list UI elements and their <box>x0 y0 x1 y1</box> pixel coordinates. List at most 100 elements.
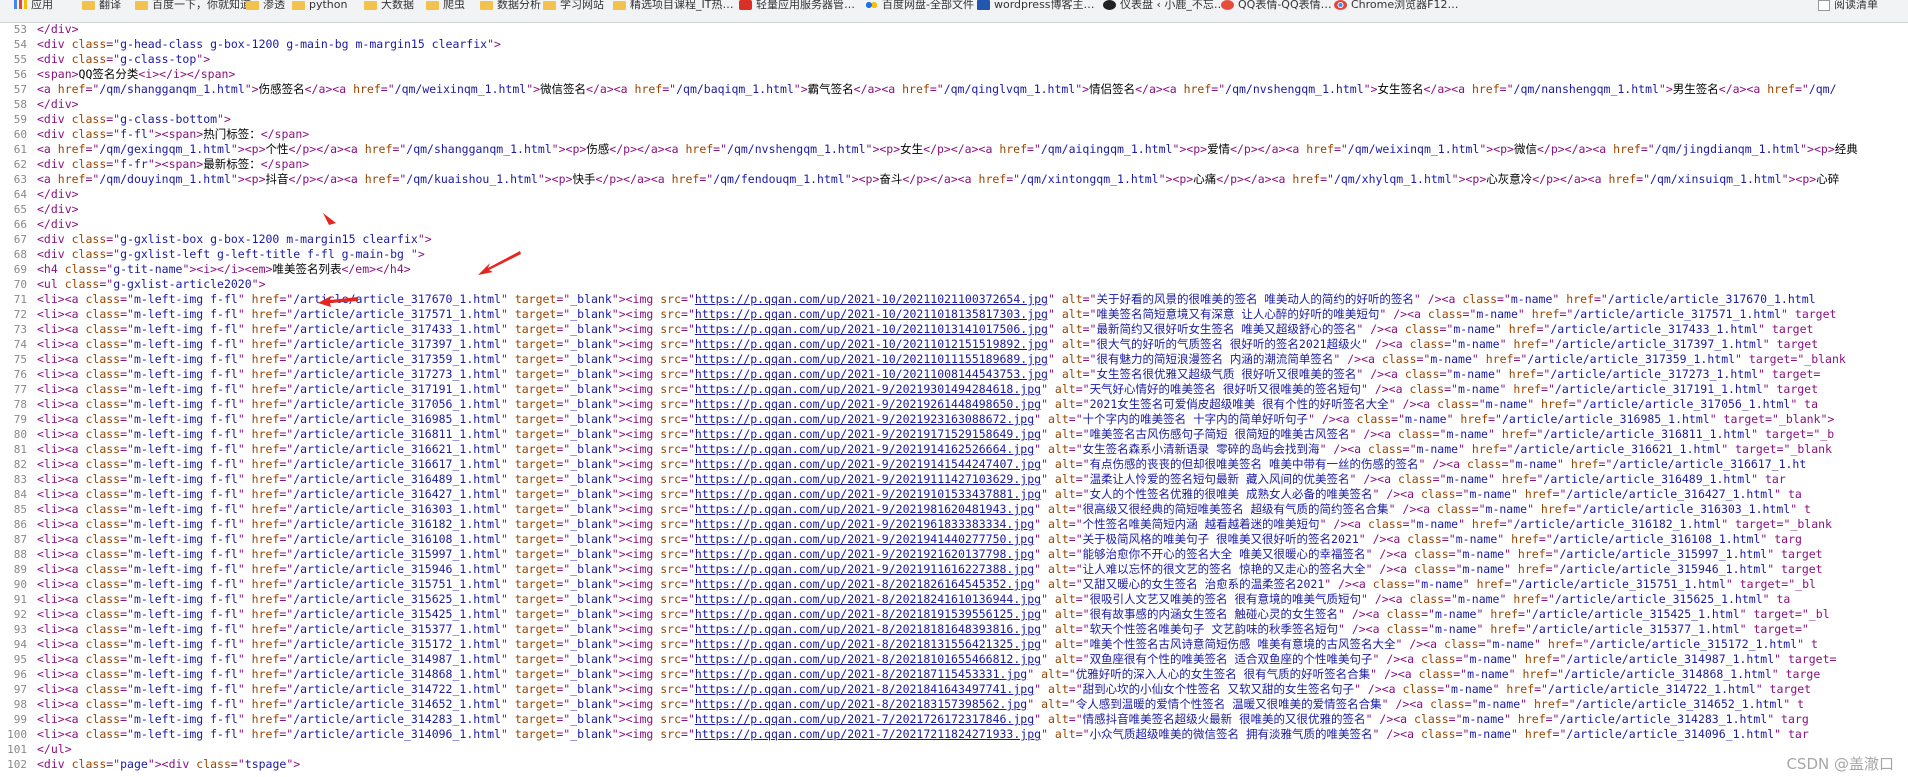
bookmark-item[interactable]: 渗透 <box>246 0 285 10</box>
image-url-link[interactable]: https://p.qqan.com/up/2021-9/20219301494… <box>695 382 1041 396</box>
image-url-link[interactable]: https://p.qqan.com/up/2021-9/20219111427… <box>695 472 1041 486</box>
code-token: " <box>237 517 252 531</box>
code-token: QQ签名分类 <box>78 67 139 81</box>
code-token: =" <box>681 442 695 456</box>
code-token: <div <box>37 112 72 126</box>
code-token: /article/article_317359_1.html <box>293 352 501 366</box>
code-token: "><img <box>611 412 661 426</box>
code-token: </p></a><a <box>1230 142 1307 156</box>
code-token: " /><a <box>1349 472 1398 486</box>
code-token: /article/article_314096_1.html <box>293 727 501 741</box>
bookmark-item[interactable]: python <box>292 0 347 10</box>
bookmark-item[interactable]: 精选项目课程_IT热… <box>613 0 733 10</box>
image-url-link[interactable]: https://p.qqan.com/up/2021-10/2021101115… <box>695 352 1048 366</box>
bookmark-item[interactable]: 仪表盘 ‹ 小鹿_不忘… <box>1103 0 1225 10</box>
image-url-link[interactable]: https://p.qqan.com/up/2021-9/20219216201… <box>695 547 1034 561</box>
code-token: =" <box>556 712 571 726</box>
code-token: " /><a <box>1372 727 1421 741</box>
code-token: =" <box>713 142 728 156</box>
code-token: href <box>251 667 280 681</box>
image-url-link[interactable]: https://p.qqan.com/up/2021-9/20219618333… <box>695 517 1034 531</box>
code-token: <h4 <box>37 262 65 276</box>
code-token: <div <box>37 52 72 66</box>
code-token: /qm/kuaishou_1.html <box>406 172 538 186</box>
bookmark-item[interactable]: 学习网站 <box>543 0 604 10</box>
bookmark-item[interactable]: 百度网盘-全部文件 <box>865 0 974 10</box>
image-url-link[interactable]: https://p.qqan.com/up/2021-9/20219101533… <box>695 487 1041 501</box>
bookmark-item[interactable]: 轻量应用服务器管… <box>739 0 855 10</box>
code-token: _blank <box>570 697 612 711</box>
bookmark-item[interactable]: 大数据 <box>364 0 414 10</box>
code-token: =" <box>279 697 294 711</box>
code-token: /article/article_314652_1.html <box>293 697 501 711</box>
image-url-link[interactable]: https://p.qqan.com/up/2021-8/20218241610… <box>695 592 1041 606</box>
line-number: 91 <box>13 593 27 606</box>
code-token: " target="_blank <box>1721 517 1832 531</box>
bookmark-item[interactable]: QQ表情-QQ表情… <box>1221 0 1332 10</box>
code-token: alt <box>1054 487 1076 501</box>
image-url-link[interactable]: https://p.qqan.com/up/2021-9/20219116162… <box>695 562 1034 576</box>
code-token: _blank <box>570 517 612 531</box>
image-url-link[interactable]: https://p.qqan.com/up/2021-8/20218191539… <box>695 607 1041 621</box>
image-url-link[interactable]: https://p.qqan.com/up/2021-8/20218101655… <box>695 652 1041 666</box>
bookmark-item[interactable]: 阅读清单 <box>1818 0 1878 11</box>
image-url-link[interactable]: https://p.qqan.com/up/2021-10/2021101215… <box>695 337 1048 351</box>
code-token: " <box>500 592 515 606</box>
code-token: " <box>237 442 252 456</box>
code-line: 94 <li><a class="m-left-img f-fl" href="/… <box>0 637 1908 652</box>
code-token: " <box>1487 427 1502 441</box>
folder-icon <box>246 1 259 10</box>
code-token: " <box>1533 637 1548 651</box>
code-token: 情侣签名 <box>1089 82 1136 96</box>
bookmark-label: python <box>309 0 348 11</box>
code-token: =" <box>392 172 407 186</box>
image-url-link[interactable]: https://p.qqan.com/up/2021-8/20218181648… <box>695 622 1041 636</box>
code-token: " /><a <box>1388 502 1438 516</box>
line-number: 73 <box>13 323 27 336</box>
code-token: </p></a><a <box>1216 172 1293 186</box>
code-token: m-left-img f-fl <box>133 367 238 381</box>
image-url-link[interactable]: https://p.qqan.com/up/2021-10/2021101813… <box>695 307 1048 321</box>
code-token: <li><a <box>37 532 86 546</box>
bookmark-item[interactable]: 百度一下，你就知道 <box>135 0 251 10</box>
image-url-link[interactable]: https://p.qqan.com/up/2021-8/20218261645… <box>695 577 1034 591</box>
code-token: 女生签名森系小清新语录 零碎的岛屿会找到海 <box>1082 442 1320 456</box>
image-url-link[interactable]: https://p.qqan.com/up/2021-7/20217261723… <box>695 712 1034 726</box>
image-url-link[interactable]: https://p.qqan.com/up/2021-10/2021101314… <box>695 322 1048 336</box>
image-url-link[interactable]: https://p.qqan.com/up/2021-8/20218315739… <box>695 697 1027 711</box>
code-token: =" <box>556 352 571 366</box>
code-token: m-left-img f-fl <box>133 697 238 711</box>
image-url-link[interactable]: https://p.qqan.com/up/2021-9/20219414402… <box>695 532 1034 546</box>
code-token: =" <box>681 697 695 711</box>
code-token: =" <box>120 652 134 666</box>
code-token: target <box>514 502 557 516</box>
image-url-link[interactable]: https://p.qqan.com/up/2021-9/20219141625… <box>695 442 1034 456</box>
image-url-link[interactable]: https://p.qqan.com/up/2021-8/20218416434… <box>695 682 1034 696</box>
image-url-link[interactable]: https://p.qqan.com/up/2021-9/20219816204… <box>695 502 1034 516</box>
bookmark-item[interactable]: Chrome浏览器F12… <box>1334 0 1458 10</box>
image-url-link[interactable]: https://p.qqan.com/up/2021-10/2021100814… <box>695 367 1048 381</box>
image-url-link[interactable]: https://p.qqan.com/up/2021-9/20219231630… <box>695 412 1034 426</box>
line-number: 55 <box>13 53 27 66</box>
bookmark-item[interactable]: wordpress博客主… <box>977 0 1095 10</box>
bookmark-item[interactable]: 翻译 <box>82 0 121 10</box>
bookmark-item[interactable]: 应用 <box>14 0 53 10</box>
image-url-link[interactable]: https://p.qqan.com/up/2021-7/20217211824… <box>695 727 1041 741</box>
code-token: " <box>500 442 515 456</box>
bookmark-item[interactable]: 爬虫 <box>426 0 465 10</box>
code-token: " <box>500 562 515 576</box>
code-token: href <box>1613 142 1641 156</box>
line-source: <li><a class="m-left-img f-fl" href="/ar… <box>37 337 1818 352</box>
code-token: src <box>660 667 682 681</box>
code-token: =" <box>681 307 695 321</box>
bookmark-item[interactable]: 数据分析 <box>480 0 541 10</box>
image-url-link[interactable]: https://p.qqan.com/up/2021-9/20219141544… <box>695 457 1041 471</box>
code-token: href <box>1540 502 1569 516</box>
image-url-link[interactable]: https://p.qqan.com/up/2021-9/20219261448… <box>695 397 1041 411</box>
image-url-link[interactable]: https://p.qqan.com/up/2021-8/20218131556… <box>695 637 1041 651</box>
code-token: href <box>251 427 280 441</box>
image-url-link[interactable]: https://p.qqan.com/up/2021-9/20219171529… <box>695 427 1041 441</box>
image-url-link[interactable]: https://p.qqan.com/up/2021-10/2021102110… <box>695 292 1048 306</box>
image-url-link[interactable]: https://p.qqan.com/up/2021-8/20218711545… <box>695 667 1027 681</box>
code-token: " <box>1476 607 1491 621</box>
